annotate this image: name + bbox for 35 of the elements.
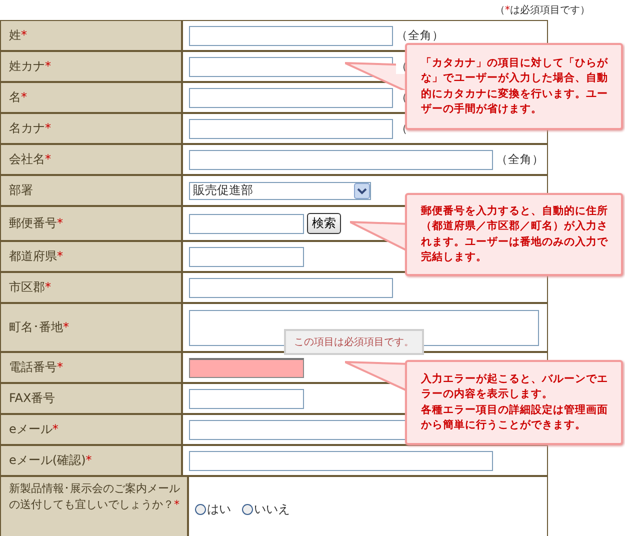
field-label: 新製品情報･展示会のご案内メールの送付しても宜しいでしょうか？* — [1, 477, 189, 536]
field-label: 市区郡* — [1, 273, 183, 302]
field-label: 姓カナ* — [1, 52, 183, 81]
field-label: eメール* — [1, 415, 183, 444]
callout-text: 郵便番号を入力すると、自動的に住所（都道府県／市区郡／町名）が入力されます。ユーザーは番地のみの入力で完結します。 — [421, 204, 609, 265]
input-field[interactable] — [189, 214, 304, 234]
input-field[interactable] — [189, 150, 493, 170]
radio-option[interactable]: はい — [195, 500, 231, 518]
input-field[interactable] — [189, 450, 493, 470]
field-label: 都道府県* — [1, 242, 183, 271]
input-field[interactable] — [189, 88, 393, 108]
field-label: 町名･番地* — [1, 304, 183, 351]
input-field[interactable] — [189, 388, 304, 408]
field-label: eメール(確認)* — [1, 446, 183, 475]
field-label: 名カナ* — [1, 114, 183, 143]
input-field[interactable] — [189, 246, 304, 266]
error-tooltip: この項目は必須項目です。 — [284, 329, 424, 355]
field-label: 会社名* — [1, 145, 183, 174]
field-label: 姓* — [1, 21, 183, 50]
input-field[interactable] — [189, 278, 393, 298]
search-button[interactable]: 検索 — [307, 213, 341, 234]
radio-option[interactable]: いいえ — [242, 500, 290, 518]
required-note: （*は必須項目です） — [495, 4, 590, 17]
field-label: 名* — [1, 83, 183, 112]
callout-text: 「カタカナ」の項目に対して「ひらがな」でユーザーが入力した場合、自動的にカタカナに変換を行います。ユーザーの手間が省けます。 — [421, 56, 609, 117]
department-select[interactable]: 販売促進部 — [189, 182, 371, 200]
callout-text: 入力エラーが起こると、バルーンでエラーの内容を表示します。 — [421, 372, 609, 402]
input-field[interactable] — [189, 118, 393, 138]
field-label: 部署 — [1, 176, 183, 205]
field-label: 郵便番号* — [1, 207, 183, 240]
input-field[interactable] — [189, 358, 304, 378]
input-field[interactable] — [189, 26, 393, 46]
field-label: 電話番号* — [1, 353, 183, 382]
field-label: FAX番号 — [1, 384, 183, 413]
callout-text: 各種エラー項目の詳細設定は管理画面から簡単に行うことができます。 — [421, 402, 609, 433]
